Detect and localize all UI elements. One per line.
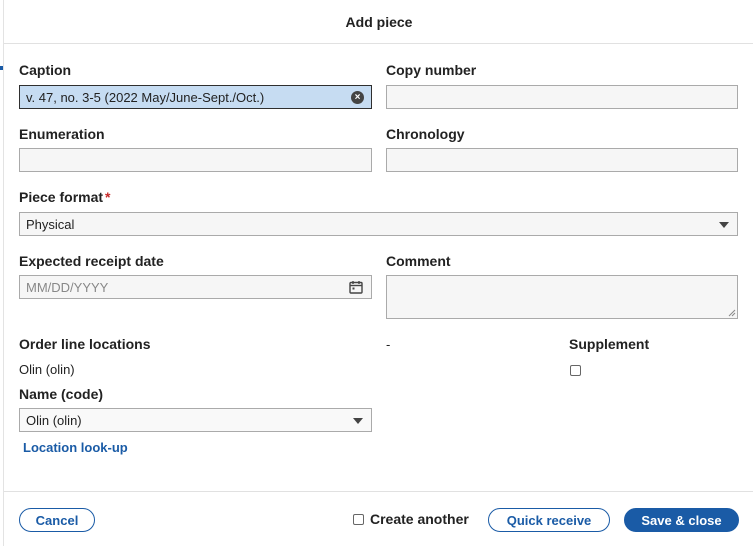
piece-format-label: Piece format * xyxy=(19,189,111,205)
copy-number-field[interactable] xyxy=(386,85,738,109)
supplement-label: Supplement xyxy=(569,336,650,352)
add-piece-modal: Add piece Caption v. 47, no. 3-5 (2022 M… xyxy=(3,0,753,546)
calendar-icon[interactable] xyxy=(349,280,363,294)
chronology-label: Chronology xyxy=(386,126,465,142)
clear-icon[interactable]: × xyxy=(351,91,364,104)
modal-header: Add piece xyxy=(4,0,753,44)
chevron-down-icon xyxy=(719,222,729,228)
order-line-locations-value: Olin (olin) xyxy=(19,362,75,377)
create-another-label[interactable]: Create another xyxy=(370,511,469,527)
copy-number-label: Copy number xyxy=(386,62,477,78)
create-another-checkbox[interactable] xyxy=(353,514,364,525)
caption-field[interactable]: v. 47, no. 3-5 (2022 May/June-Sept./Oct.… xyxy=(19,85,372,109)
expected-receipt-date-label: Expected receipt date xyxy=(19,253,164,269)
location-lookup-link[interactable]: Location look-up xyxy=(23,440,128,455)
comment-textarea[interactable] xyxy=(386,275,738,319)
piece-format-select[interactable]: Physical xyxy=(19,212,738,236)
name-code-label: Name (code) xyxy=(19,386,104,402)
name-code-value: Olin (olin) xyxy=(26,412,82,428)
required-mark: * xyxy=(105,189,111,205)
comment-label: Comment xyxy=(386,253,451,269)
piece-format-value: Physical xyxy=(26,216,75,232)
supplement-checkbox[interactable] xyxy=(570,365,581,376)
enumeration-field[interactable] xyxy=(19,148,372,172)
caption-label: Caption xyxy=(19,62,72,78)
chevron-down-icon xyxy=(353,418,363,424)
cancel-button[interactable]: Cancel xyxy=(19,508,95,532)
expected-receipt-date-field[interactable]: MM/DD/YYYY xyxy=(19,275,372,299)
caption-value: v. 47, no. 3-5 (2022 May/June-Sept./Oct.… xyxy=(26,89,265,105)
modal-footer: Cancel Create another Quick receive Save… xyxy=(4,491,753,546)
resize-grip-icon[interactable] xyxy=(728,309,736,317)
date-placeholder: MM/DD/YYYY xyxy=(26,279,109,295)
piece-format-label-text: Piece format xyxy=(19,189,104,205)
modal-title: Add piece xyxy=(345,13,413,30)
cancel-button-label: Cancel xyxy=(35,512,79,528)
chronology-field[interactable] xyxy=(386,148,738,172)
name-code-select[interactable]: Olin (olin) xyxy=(19,408,372,432)
quick-receive-button-label: Quick receive xyxy=(506,512,592,528)
order-line-locations-dash: - xyxy=(386,337,391,352)
save-close-button-label: Save & close xyxy=(641,512,722,528)
enumeration-label: Enumeration xyxy=(19,126,105,142)
quick-receive-button[interactable]: Quick receive xyxy=(488,508,610,532)
order-line-locations-label: Order line locations xyxy=(19,336,151,352)
save-close-button[interactable]: Save & close xyxy=(624,508,739,532)
